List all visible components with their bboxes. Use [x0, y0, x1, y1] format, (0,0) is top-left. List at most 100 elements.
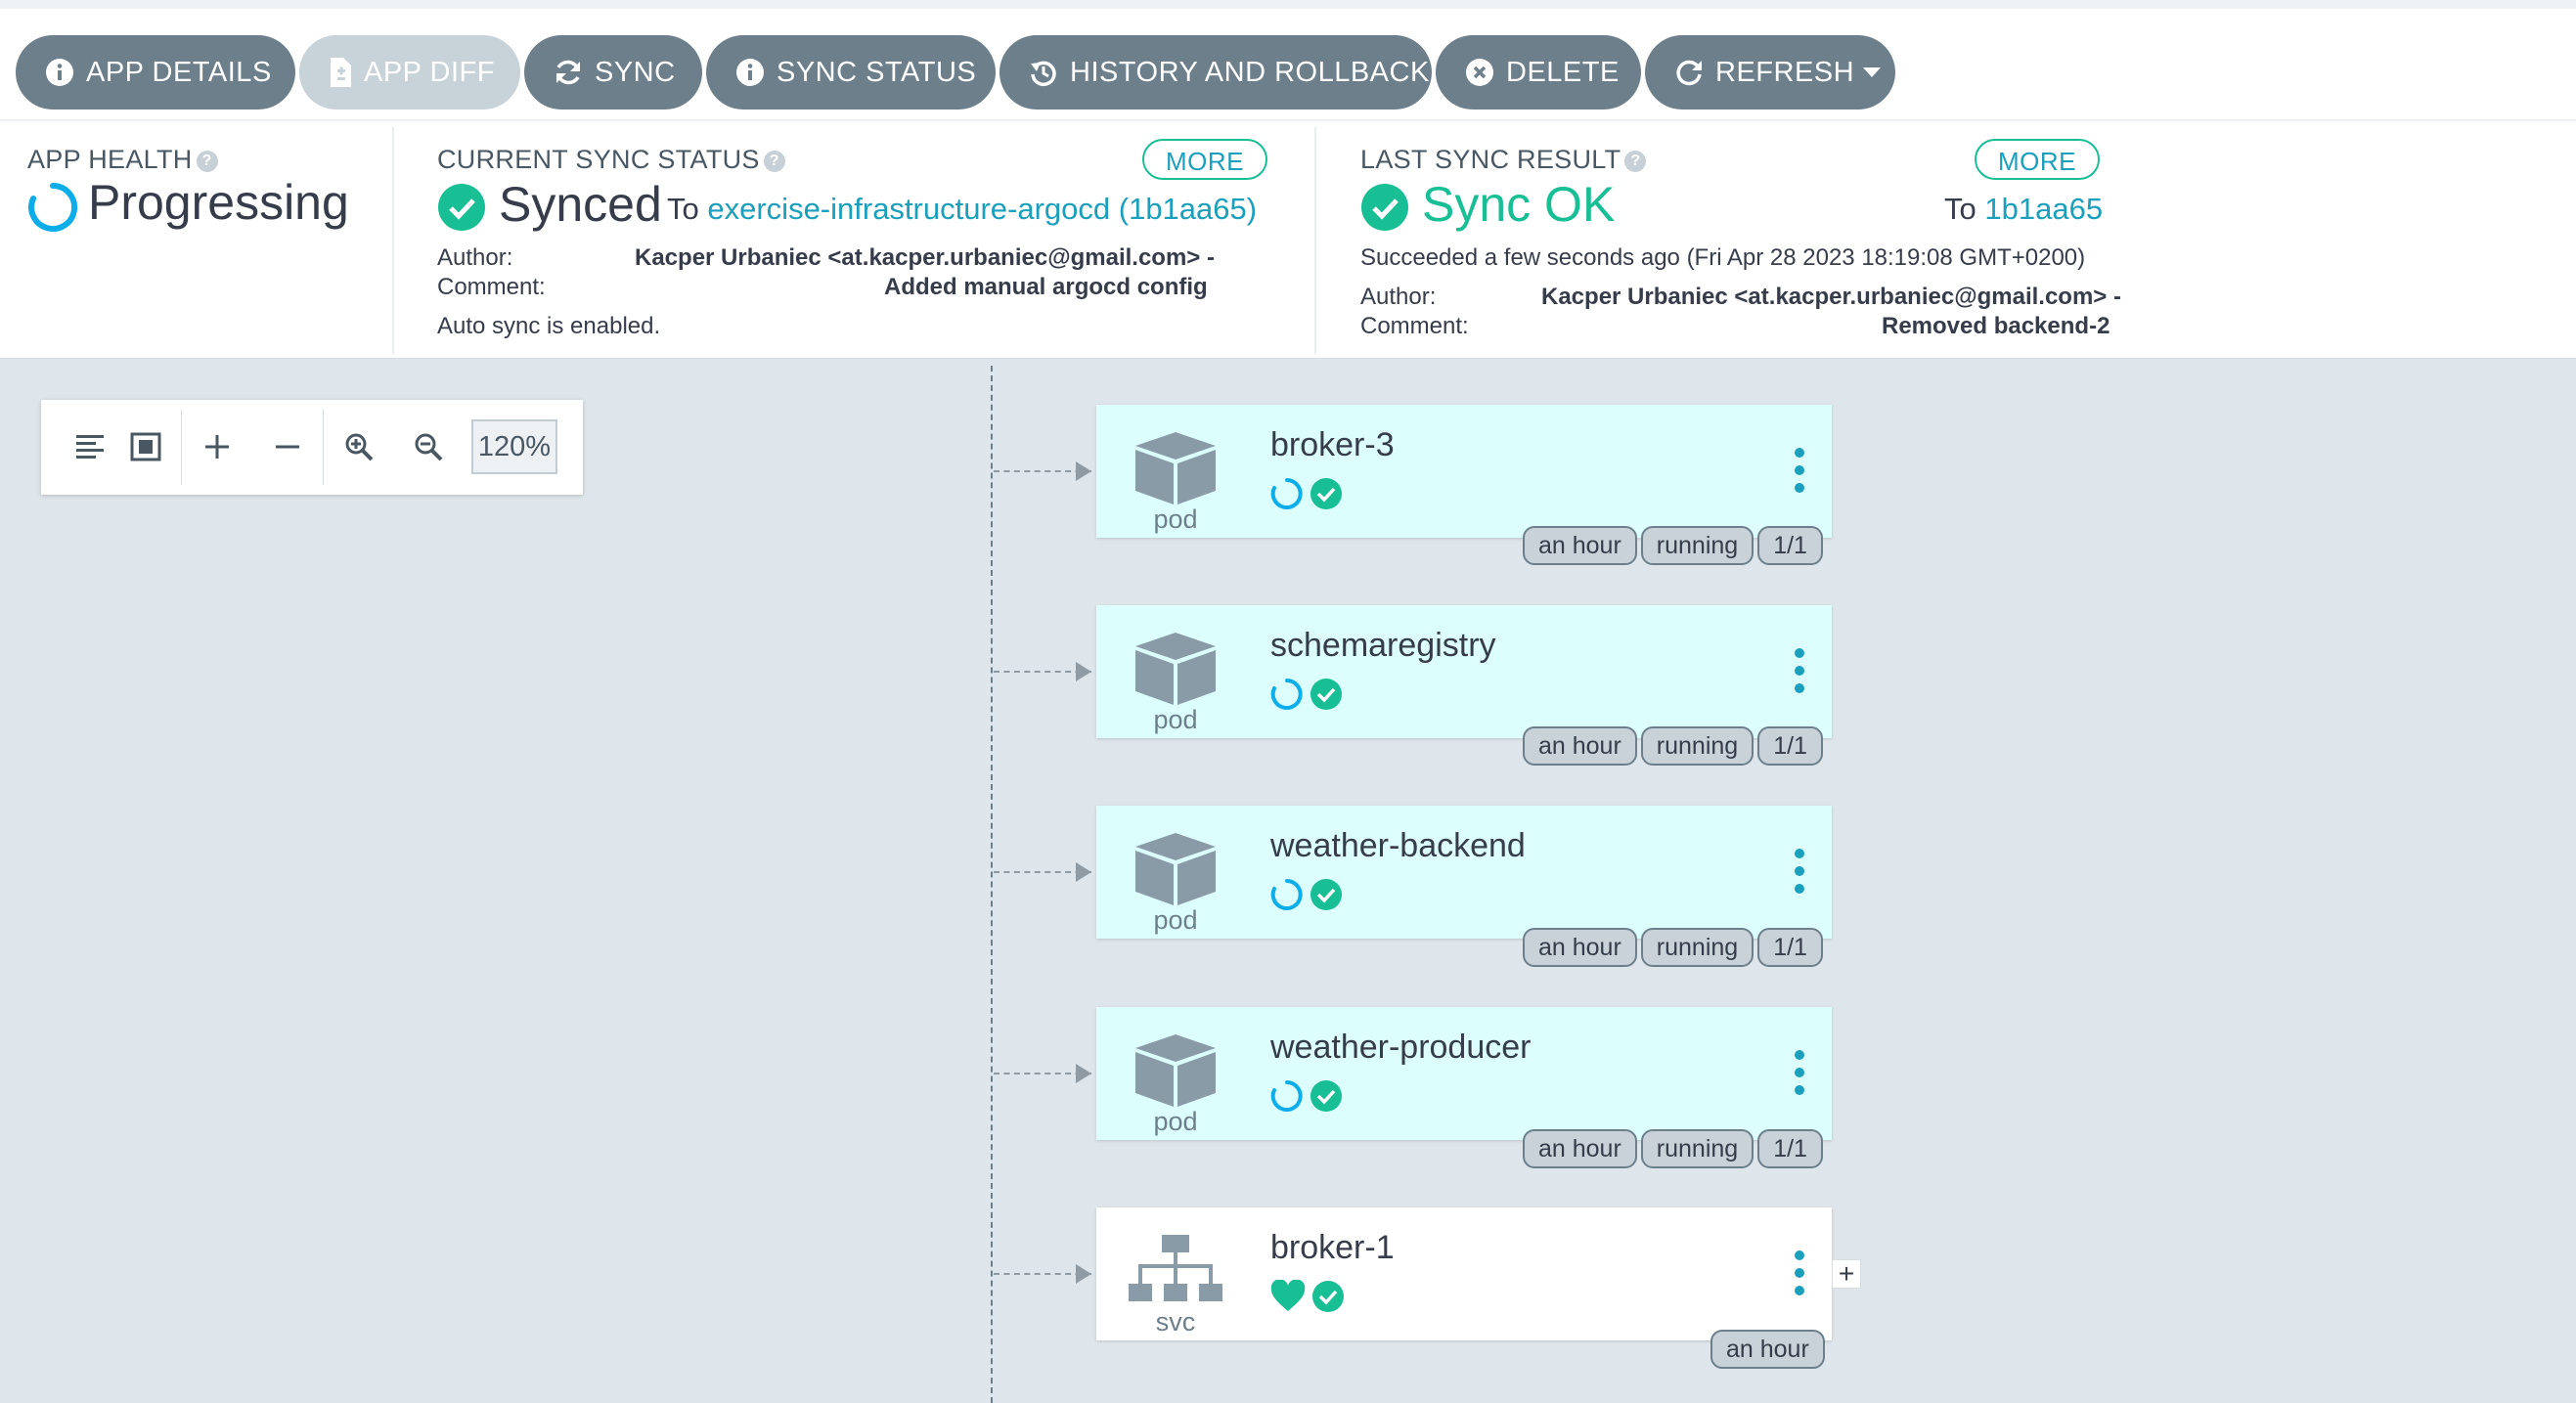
- service-network-icon: [1129, 1235, 1222, 1301]
- sync-button[interactable]: SYNC: [524, 35, 702, 110]
- expand-node-button[interactable]: +: [1832, 1259, 1861, 1289]
- comment-label: Comment:: [1360, 313, 1469, 339]
- graph-view-toolbar: 120%: [41, 400, 583, 495]
- node-menu-icon[interactable]: [1795, 648, 1804, 693]
- resource-node-broker-3[interactable]: pod broker-3: [1096, 405, 1832, 538]
- current-sync-target: To exercise-infrastructure-argocd (1b1aa…: [667, 192, 1257, 227]
- node-status: [1270, 1280, 1345, 1313]
- progressing-icon: [1270, 478, 1303, 509]
- author-label: Author:: [437, 244, 513, 271]
- app-details-label: APP DETAILS: [86, 56, 272, 88]
- node-tags: an hour running 1/1: [1523, 1129, 1823, 1168]
- synced-check-icon: [1312, 1281, 1344, 1312]
- node-status: [1270, 477, 1343, 510]
- synced-check-icon: [1310, 478, 1342, 509]
- node-kind: pod: [1153, 1107, 1198, 1136]
- collapse-all-button[interactable]: [258, 417, 317, 476]
- current-sync-more-button[interactable]: MORE: [1142, 139, 1267, 180]
- minus-icon: [276, 445, 299, 449]
- ready-tag: 1/1: [1757, 726, 1823, 766]
- current-sync-label: CURRENT SYNC STATUS: [437, 145, 760, 174]
- expand-all-button[interactable]: [188, 417, 246, 476]
- sync-ok-check-icon: [1361, 184, 1408, 231]
- last-sync-label: LAST SYNC RESULT: [1360, 145, 1621, 174]
- auto-sync-text: Auto sync is enabled.: [437, 313, 661, 339]
- node-kind: svc: [1155, 1307, 1196, 1337]
- delete-icon: [1466, 59, 1493, 86]
- refresh-icon: [1676, 60, 1702, 86]
- sync-target-link[interactable]: exercise-infrastructure-argocd (1b1aa65): [707, 192, 1257, 226]
- help-icon[interactable]: ?: [763, 150, 785, 172]
- history-icon: [1031, 61, 1056, 87]
- synced-check-icon: [1310, 679, 1342, 710]
- status-tag: running: [1640, 1129, 1754, 1168]
- node-name: schemaregistry: [1270, 627, 1496, 664]
- resource-node-weather-backend[interactable]: pod weather-backend: [1096, 806, 1832, 939]
- delete-label: DELETE: [1506, 56, 1620, 88]
- progressing-icon: [1270, 879, 1303, 910]
- node-name: broker-1: [1270, 1229, 1395, 1266]
- node-menu-icon[interactable]: [1795, 448, 1804, 493]
- ready-tag: 1/1: [1757, 1129, 1823, 1168]
- age-tag: an hour: [1523, 928, 1637, 967]
- synced-check-icon: [1310, 1080, 1342, 1112]
- list-view-button[interactable]: [61, 417, 119, 476]
- last-sync-revision: To 1b1aa65: [1944, 192, 2103, 227]
- zoom-in-button[interactable]: [330, 417, 388, 476]
- caret-down-icon[interactable]: [1862, 66, 1882, 79]
- fit-view-button[interactable]: [116, 417, 175, 476]
- node-kind: pod: [1153, 705, 1198, 734]
- pod-cube-icon: [1135, 833, 1216, 905]
- resource-node-schemaregistry[interactable]: pod schemaregistry: [1096, 605, 1832, 738]
- divider: [323, 410, 324, 485]
- age-tag: an hour: [1523, 726, 1637, 766]
- app-details-button[interactable]: APP DETAILS: [16, 35, 295, 110]
- synced-check-icon: [438, 184, 485, 231]
- current-sync-author: Kacper Urbaniec <at.kacper.urbaniec@gmai…: [635, 244, 1215, 271]
- node-status: [1270, 678, 1343, 711]
- node-name: weather-backend: [1270, 827, 1526, 864]
- node-tags: an hour: [1710, 1330, 1825, 1369]
- edge-arrow: [1076, 1064, 1091, 1083]
- app-diff-button[interactable]: APP DIFF: [299, 35, 520, 110]
- align-left-icon: [76, 435, 104, 459]
- refresh-button[interactable]: REFRESH: [1645, 35, 1895, 110]
- help-icon[interactable]: ?: [196, 150, 218, 172]
- last-sync-status: Sync OK: [1422, 177, 1616, 232]
- help-icon[interactable]: ?: [1624, 150, 1647, 172]
- node-kind: pod: [1153, 504, 1198, 534]
- resource-node-broker-1[interactable]: svc broker-1: [1096, 1207, 1832, 1340]
- age-tag: an hour: [1523, 1129, 1637, 1168]
- edge-arrow: [1076, 1264, 1091, 1284]
- zoom-level-display: 120%: [471, 419, 557, 474]
- author-label: Author:: [1360, 284, 1437, 310]
- to-label: To: [1944, 192, 1976, 226]
- revision-link[interactable]: 1b1aa65: [1984, 192, 2103, 226]
- node-status: [1270, 878, 1343, 911]
- healthy-heart-icon: [1270, 1280, 1306, 1311]
- history-and-rollback-button[interactable]: HISTORY AND ROLLBACK: [999, 35, 1432, 110]
- node-menu-icon[interactable]: [1795, 1250, 1804, 1295]
- file-diff-icon: [331, 58, 351, 87]
- last-sync-more-button[interactable]: MORE: [1975, 139, 2100, 180]
- pod-cube-icon: [1135, 1034, 1216, 1107]
- zoom-out-button[interactable]: [399, 417, 458, 476]
- node-name: weather-producer: [1270, 1029, 1532, 1066]
- sync-status-label: SYNC STATUS: [777, 56, 977, 88]
- node-kind: pod: [1153, 905, 1198, 935]
- current-sync-status: Synced: [499, 177, 662, 232]
- node-menu-icon[interactable]: [1795, 1050, 1804, 1095]
- sync-status-button[interactable]: SYNC STATUS: [706, 35, 996, 110]
- ready-tag: 1/1: [1757, 526, 1823, 565]
- sync-label: SYNC: [595, 56, 676, 88]
- ready-tag: 1/1: [1757, 928, 1823, 967]
- progressing-icon: [1270, 1080, 1303, 1112]
- status-tag: running: [1640, 526, 1754, 565]
- edge-arrow: [1076, 461, 1091, 481]
- zoom-out-icon: [415, 433, 443, 461]
- node-tags: an hour running 1/1: [1523, 726, 1823, 766]
- resource-node-weather-producer[interactable]: pod weather-producer: [1096, 1007, 1832, 1140]
- delete-button[interactable]: DELETE: [1436, 35, 1641, 110]
- node-menu-icon[interactable]: [1795, 849, 1804, 894]
- last-sync-author: Kacper Urbaniec <at.kacper.urbaniec@gmai…: [1541, 284, 2121, 310]
